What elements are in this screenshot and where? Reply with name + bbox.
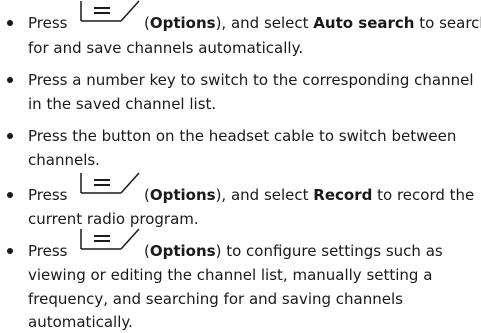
- item-line: Press the button on the headset cable to…: [28, 127, 457, 145]
- bullet-dot: [7, 77, 13, 83]
- item-line: Press: [28, 14, 68, 32]
- item-line: frequency, and searching for and saving …: [28, 290, 403, 308]
- item-line: Press: [28, 242, 68, 260]
- bullet-dot: [7, 248, 13, 254]
- options-softkey-icon: [80, 172, 140, 194]
- item-line: viewing or editing the channel list, man…: [28, 266, 433, 284]
- item-line: current radio program.: [28, 210, 199, 228]
- item-line: Press a number key to switch to the corr…: [28, 71, 474, 89]
- bullet-list: Press (Options), and select Auto search …: [0, 0, 481, 333]
- item-line: channels.: [28, 151, 100, 169]
- item-line: (Options), and select Record to record t…: [144, 186, 475, 204]
- item-line: (Options) to configure settings such as: [144, 242, 443, 260]
- item-line: automatically.: [28, 313, 133, 331]
- bullet-dot: [7, 20, 13, 26]
- item-line: in the saved channel list.: [28, 95, 217, 113]
- bullet-dot: [7, 133, 13, 139]
- bullet-dot: [7, 192, 13, 198]
- options-softkey-icon: [80, 228, 140, 250]
- item-line: (Options), and select Auto search to sea…: [144, 14, 481, 32]
- item-line: for and save channels automatically.: [28, 39, 304, 57]
- options-softkey-icon: [80, 0, 140, 22]
- item-line: Press: [28, 186, 68, 204]
